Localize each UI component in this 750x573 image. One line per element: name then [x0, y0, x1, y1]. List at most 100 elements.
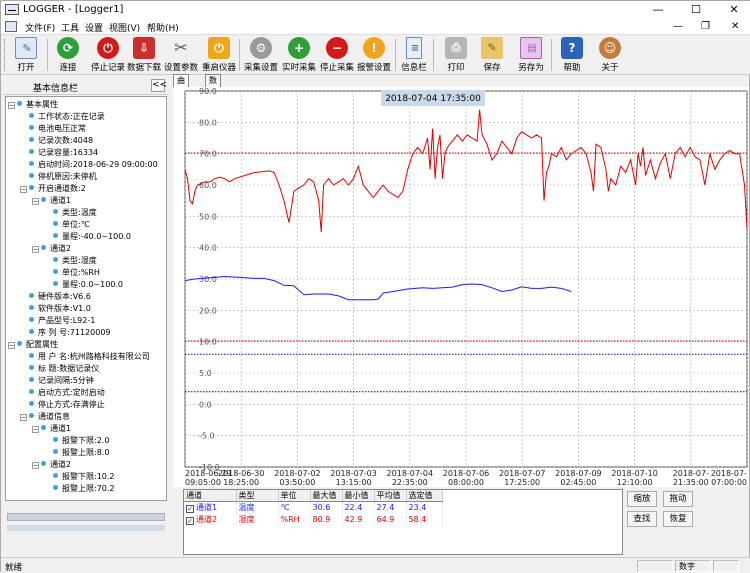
tree-group-node[interactable]: − 通道信息: [20, 411, 70, 422]
info-tree[interactable]: − 基本属性 工作状态:正在记录 电池电压正常 记录次数:4048 记录容量:16334 启…: [5, 96, 167, 501]
tree-leaf-node[interactable]: 单位:%RH: [53, 267, 100, 278]
tree-leaf-node[interactable]: 启动方式:定时启动: [29, 387, 105, 398]
tree-leaf-node[interactable]: 电池电压正常: [29, 123, 86, 134]
menu-help[interactable]: 帮助(H): [147, 21, 179, 34]
tree-leaf-node[interactable]: 量程:0.0~100.0: [53, 279, 123, 290]
table-header-row: 通道 类型 单位 最大值 最小值 平均值 选定值: [184, 490, 443, 502]
collapse-node-icon[interactable]: −: [8, 102, 15, 109]
tree-leaf-node[interactable]: 停机原因:未停机: [29, 171, 97, 182]
tree-leaf-node[interactable]: 启动时间:2018-06-29 09:00:00: [29, 159, 158, 170]
tree-leaf-node[interactable]: 工作状态:正在记录: [29, 111, 105, 122]
tree-leaf-node[interactable]: 量程:-40.0~100.0: [53, 231, 131, 242]
tree-leaf-node[interactable]: 记录间隔:5分钟: [29, 375, 94, 386]
tab-curve[interactable]: 曲线: [173, 74, 189, 97]
menu-settings[interactable]: 设置: [85, 21, 103, 34]
x-tick-date-label: 2018-07-02: [274, 469, 321, 478]
data-download-icon: ⇩: [133, 37, 155, 59]
tree-group-node[interactable]: − 通道1: [32, 423, 71, 434]
tree-leaf-node[interactable]: 标 题:数据记录仪: [29, 363, 99, 374]
tree-leaf-node[interactable]: 产品型号:L92-1: [29, 315, 95, 326]
tree-leaf-node[interactable]: 软件版本:V1.0: [29, 303, 91, 314]
open-button[interactable]: ✎ 打开: [11, 37, 41, 73]
save-button[interactable]: ✎ 保存: [477, 37, 507, 73]
tree-leaf-node[interactable]: 类型:湿度: [53, 255, 97, 266]
menu-tools[interactable]: 工具: [61, 21, 79, 34]
table-row[interactable]: ✓ 通道1 温度 ℃ 30.6 22.4 27.4 23.4: [184, 501, 443, 514]
stop-record-button[interactable]: ⏻ 停止记录: [89, 37, 127, 73]
collapse-panel-button[interactable]: <<: [151, 79, 167, 92]
panel-footer: [5, 509, 167, 555]
tree-leaf-node[interactable]: 记录容量:16334: [29, 147, 98, 158]
realtime-acquire-button[interactable]: + 实时采集: [281, 37, 317, 73]
restore-button[interactable]: 恢复: [663, 511, 693, 527]
tree-leaf-node[interactable]: 记录次数:4048: [29, 135, 93, 146]
minimize-button[interactable]: —: [643, 1, 673, 19]
collapse-node-icon[interactable]: −: [32, 198, 39, 205]
chart-area[interactable]: 90.0 80.0 70.0 60.0 50.0 40.0 30.0 20.0 10.0 5.0 0…: [173, 87, 749, 487]
y-tick-label: 80.0: [199, 118, 217, 127]
collapse-node-icon[interactable]: −: [32, 426, 39, 433]
tree-leaf-node[interactable]: 停止方式:存满停止: [29, 399, 105, 410]
set-params-button[interactable]: ✂ 设置参数: [163, 37, 199, 73]
collapse-node-icon[interactable]: −: [32, 462, 39, 469]
channel-checkbox[interactable]: ✓: [186, 505, 194, 514]
close-button[interactable]: ✕: [719, 1, 749, 19]
tree-group-node[interactable]: − 配置属性: [8, 339, 58, 350]
toolbar-grip[interactable]: [4, 39, 7, 71]
line-chart[interactable]: 90.080.070.060.050.040.030.020.010.05.00…: [173, 87, 749, 487]
tree-leaf-node[interactable]: 报警下限:2.0: [53, 435, 109, 446]
collapse-node-icon[interactable]: −: [32, 246, 39, 253]
tree-group-node[interactable]: − 开启通道数:2: [20, 183, 86, 194]
channel-checkbox[interactable]: ✓: [186, 517, 194, 525]
drag-button[interactable]: 拖动: [663, 491, 693, 507]
find-button[interactable]: 查找: [627, 511, 657, 527]
about-button[interactable]: ☺ 关于: [595, 37, 625, 73]
maximize-button[interactable]: ☐: [681, 1, 711, 19]
collapse-node-icon[interactable]: −: [20, 414, 27, 421]
tree-bullet-icon: [29, 317, 34, 322]
zoom-button[interactable]: 缩放: [627, 491, 657, 507]
tree-leaf-node[interactable]: 报警上限:70.2: [53, 483, 115, 494]
alarm-settings-button[interactable]: ! 报警设置: [355, 37, 393, 73]
restart-button[interactable]: ⏻ 重启仪器: [201, 37, 237, 73]
avg-cell: 64.9: [374, 513, 407, 526]
tab-data[interactable]: 数据: [205, 74, 221, 97]
tree-group-node[interactable]: − 通道2: [32, 243, 71, 254]
tree-bullet-icon: [29, 329, 34, 334]
print-button[interactable]: ⎙ 打印: [441, 37, 471, 73]
save-as-button[interactable]: ▤ 另存为: [515, 37, 547, 73]
doc-close-button[interactable]: ✕: [731, 21, 739, 32]
doc-minimize-button[interactable]: —: [673, 21, 683, 32]
doc-restore-button[interactable]: ❐: [701, 21, 710, 32]
connect-button[interactable]: ⟳ 连接: [53, 37, 83, 73]
tree-group-node[interactable]: − 通道2: [32, 459, 71, 470]
channel-cell[interactable]: ✓ 通道1: [184, 501, 237, 514]
acquisition-settings-button[interactable]: ⚙ 采集设置: [243, 37, 279, 73]
tree-leaf-node[interactable]: 报警上限:8.0: [53, 447, 109, 458]
tree-leaf-node[interactable]: 类型:温度: [53, 207, 97, 218]
menu-file[interactable]: 文件(F): [25, 21, 55, 34]
panel-scrollbar[interactable]: [7, 513, 165, 521]
menu-view[interactable]: 视图(V): [109, 21, 140, 34]
help-button[interactable]: ? 帮助: [557, 37, 587, 73]
tree-leaf-node[interactable]: 报警下限:10.2: [53, 471, 115, 482]
channel-cell[interactable]: ✓ 通道2: [184, 513, 237, 526]
collapse-node-icon[interactable]: −: [8, 342, 15, 349]
window-title: LOGGER - [Logger1]: [23, 4, 124, 15]
tree-leaf-node[interactable]: 用 户 名:杭州路格科技有限公司: [29, 351, 150, 362]
tree-leaf-node[interactable]: 序 列 号:71120009: [29, 327, 111, 338]
x-tick-time-label: 21:35:00: [673, 478, 709, 487]
table-row[interactable]: ✓ 通道2 湿度 %RH 80.9 42.9 64.9 58.4: [184, 513, 443, 526]
tree-group-node[interactable]: − 基本属性: [8, 99, 58, 110]
stop-acquire-button[interactable]: − 停止采集: [319, 37, 355, 73]
tree-leaf-node[interactable]: 单位:℃: [53, 219, 90, 230]
tree-leaf-node[interactable]: 硬件版本:V6.6: [29, 291, 91, 302]
info-bar-button[interactable]: ≡ 信息栏: [399, 37, 429, 73]
tree-node-label: 报警上限:70.2: [62, 484, 115, 493]
data-download-button[interactable]: ⇩ 数据下载: [125, 37, 163, 73]
x-tick-time-label: 13:15:00: [336, 478, 372, 487]
tree-bullet-icon: [41, 197, 46, 202]
document-system-icon[interactable]: [5, 21, 17, 32]
collapse-node-icon[interactable]: −: [20, 186, 27, 193]
tree-group-node[interactable]: − 通道1: [32, 195, 71, 206]
